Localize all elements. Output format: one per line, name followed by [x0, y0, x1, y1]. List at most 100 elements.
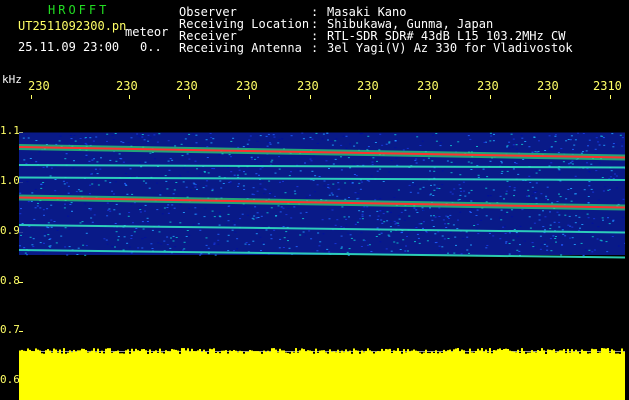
level-bar	[289, 353, 291, 400]
level-bar	[487, 352, 489, 400]
noise-speckle	[108, 208, 111, 210]
noise-speckle	[394, 147, 397, 149]
noise-speckle	[567, 139, 570, 140]
level-bar	[615, 353, 617, 400]
noise-speckle	[554, 134, 557, 136]
noise-speckle	[34, 207, 37, 209]
level-bar	[73, 349, 75, 400]
noise-speckle	[415, 162, 418, 164]
noise-speckle	[129, 168, 132, 170]
noise-speckle	[398, 218, 401, 220]
noise-speckle	[340, 144, 343, 146]
noise-speckle	[414, 226, 417, 228]
noise-speckle	[453, 188, 456, 190]
noise-speckle	[380, 232, 383, 234]
noise-speckle	[68, 228, 71, 230]
noise-speckle	[145, 182, 148, 184]
level-bar	[483, 351, 485, 400]
noise-speckle	[182, 212, 185, 213]
noise-speckle	[32, 246, 35, 248]
noise-speckle	[230, 156, 232, 158]
noise-speckle	[454, 236, 457, 238]
level-bar	[181, 348, 183, 400]
level-bar	[267, 350, 269, 400]
noise-speckle	[114, 246, 116, 248]
noise-speckle	[117, 239, 120, 241]
noise-speckle	[161, 213, 164, 215]
noise-speckle	[368, 244, 371, 246]
noise-speckle	[446, 216, 449, 218]
noise-speckle	[115, 231, 118, 233]
noise-speckle	[114, 223, 117, 224]
noise-speckle	[166, 244, 169, 246]
level-bar	[455, 348, 457, 400]
time-tick-mark	[189, 95, 190, 99]
noise-speckle	[379, 241, 382, 243]
noise-speckle	[345, 218, 348, 220]
noise-speckle	[277, 205, 280, 207]
noise-speckle	[570, 200, 573, 202]
noise-speckle	[570, 135, 573, 137]
noise-speckle	[127, 215, 130, 217]
noise-speckle	[375, 236, 378, 237]
noise-speckle	[137, 135, 140, 137]
level-bar	[467, 353, 469, 400]
level-bar	[583, 350, 585, 400]
level-bar	[107, 348, 109, 400]
noise-speckle	[414, 241, 416, 243]
noise-speckle	[244, 243, 247, 245]
noise-speckle	[367, 146, 370, 148]
noise-speckle	[449, 191, 452, 193]
noise-speckle	[279, 238, 282, 240]
noise-speckle	[427, 157, 430, 159]
noise-speckle	[122, 161, 125, 163]
noise-speckle	[171, 159, 174, 161]
noise-speckle	[242, 185, 245, 187]
noise-speckle	[49, 238, 52, 240]
noise-speckle	[100, 157, 102, 159]
noise-speckle	[388, 141, 391, 143]
level-bar	[525, 353, 527, 400]
noise-speckle	[233, 174, 236, 176]
level-bar	[93, 348, 95, 400]
noise-speckle	[528, 195, 530, 197]
noise-speckle	[544, 229, 546, 231]
level-bar	[317, 352, 319, 400]
noise-speckle	[567, 189, 570, 190]
noise-speckle	[255, 173, 258, 175]
noise-speckle	[185, 236, 188, 237]
noise-speckle	[94, 168, 97, 170]
noise-speckle	[389, 221, 392, 223]
noise-speckle	[611, 133, 614, 135]
noise-speckle	[533, 222, 536, 224]
level-bar	[207, 353, 209, 400]
noise-speckle	[192, 182, 195, 184]
level-bar	[571, 349, 573, 400]
noise-speckle	[539, 217, 542, 219]
noise-speckle	[388, 142, 391, 144]
noise-speckle	[622, 198, 625, 200]
noise-speckle	[440, 142, 442, 144]
noise-speckle	[67, 185, 70, 187]
noise-speckle	[465, 231, 468, 233]
noise-speckle	[130, 235, 133, 237]
noise-speckle	[418, 223, 421, 225]
level-bar	[257, 351, 259, 400]
noise-speckle	[435, 133, 438, 134]
noise-speckle	[374, 199, 377, 201]
noise-speckle	[25, 162, 28, 164]
noise-speckle	[77, 247, 80, 249]
noise-speckle	[248, 244, 251, 246]
noise-speckle	[144, 161, 147, 163]
noise-speckle	[106, 243, 109, 245]
noise-speckle	[377, 215, 380, 217]
noise-speckle	[499, 195, 502, 197]
noise-speckle	[573, 244, 576, 245]
noise-speckle	[233, 224, 236, 226]
noise-speckle	[252, 187, 255, 189]
level-bar	[249, 349, 251, 400]
noise-speckle	[406, 236, 408, 237]
noise-speckle	[457, 141, 460, 143]
noise-speckle	[257, 156, 260, 158]
noise-speckle	[451, 193, 454, 195]
